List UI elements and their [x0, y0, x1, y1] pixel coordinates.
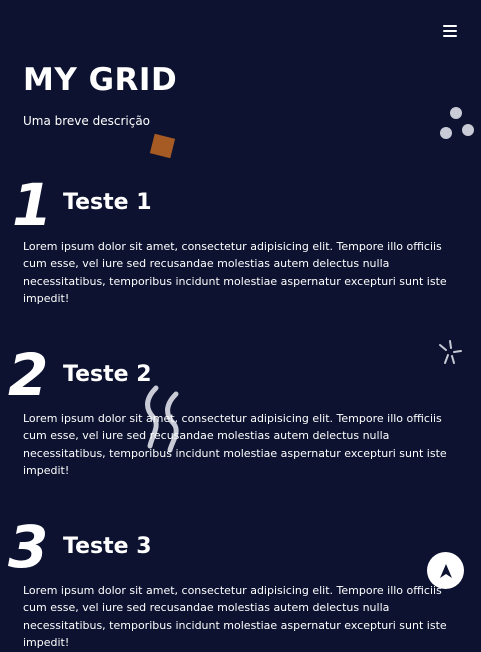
page-title: MY GRID [23, 62, 178, 98]
navigation-arrow-icon [439, 563, 452, 578]
decorative-dots-icon [440, 107, 474, 139]
item-title: Teste 2 [63, 362, 152, 387]
hamburger-menu-icon[interactable] [443, 24, 457, 38]
scroll-top-button[interactable] [427, 552, 464, 589]
item-number: 2 [8, 341, 49, 409]
item-text: Lorem ipsum dolor sit amet, consectetur … [23, 584, 447, 650]
item-number: 1 [12, 171, 53, 239]
decorative-square [149, 133, 176, 159]
item-text: Lorem ipsum dolor sit amet, consectetur … [23, 412, 447, 478]
page-subtitle: Uma breve descrição [23, 114, 151, 128]
item-text: Lorem ipsum dolor sit amet, consectetur … [23, 240, 447, 306]
item-title: Teste 1 [63, 190, 152, 215]
item-number: 3 [8, 513, 49, 581]
decorative-spark-icon [439, 340, 462, 364]
item-title: Teste 3 [63, 534, 152, 559]
